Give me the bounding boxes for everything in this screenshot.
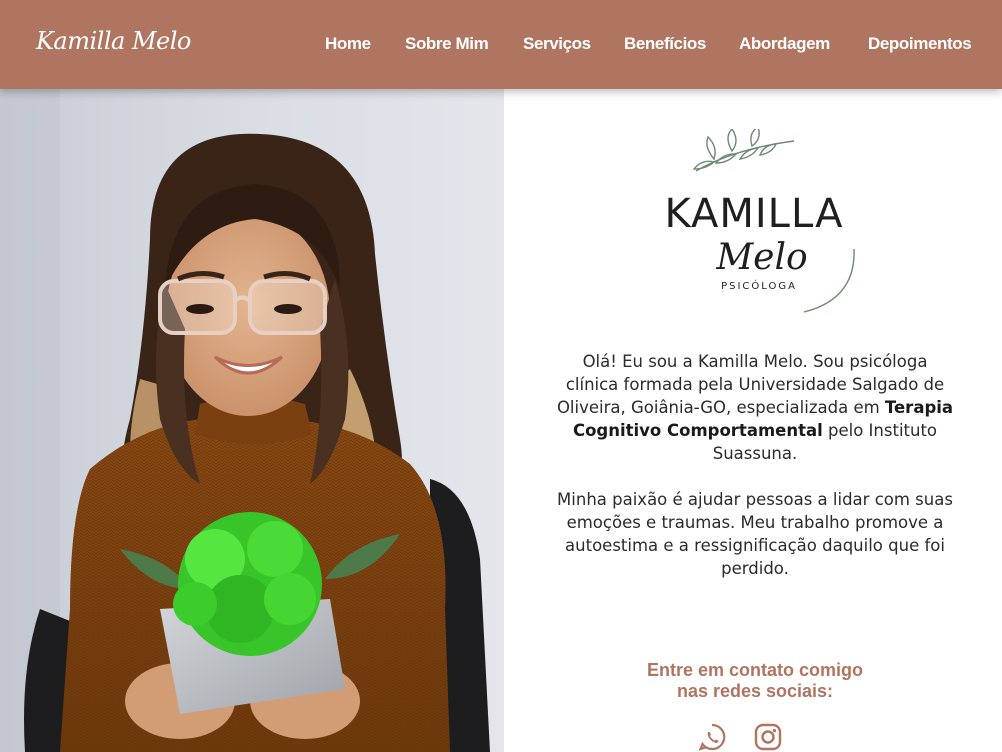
leaf-branch-icon xyxy=(692,129,795,172)
nav-abordagem[interactable]: Abordagem xyxy=(739,34,830,54)
main-nav: Home Sobre Mim Serviços Benefícios Abord… xyxy=(0,34,1002,56)
nav-sobre-mim[interactable]: Sobre Mim xyxy=(405,34,489,54)
nav-beneficios[interactable]: Benefícios xyxy=(624,34,706,54)
nav-depoimentos[interactable]: Depoimentos xyxy=(868,34,972,54)
logo-arc xyxy=(803,248,855,313)
contact-line-2: nas redes sociais: xyxy=(676,681,834,701)
kamilla-melo-logo: KAMILLA Melo PSICÓLOGA xyxy=(664,129,855,313)
contact-heading: Entre em contato comigo nas redes sociai… xyxy=(574,660,936,702)
nav-servicos[interactable]: Serviços xyxy=(523,34,591,54)
logo-script: Melo xyxy=(715,237,807,278)
nav-home[interactable]: Home xyxy=(325,34,371,54)
intro-text: Olá! Eu sou a Kamilla Melo. Sou psicólog… xyxy=(554,350,956,603)
whatsapp-icon[interactable] xyxy=(697,722,727,752)
about-section: KAMILLA Melo PSICÓLOGA Olá! Eu sou a Kam… xyxy=(504,89,1002,752)
intro-paragraph-2: Minha paixão é ajudar pessoas a lidar co… xyxy=(557,490,953,578)
site-header: Kamilla Melo Home Sobre Mim Serviços Ben… xyxy=(0,0,1002,89)
profile-photo xyxy=(0,89,504,752)
logo-name: KAMILLA xyxy=(664,191,843,237)
instagram-icon[interactable] xyxy=(753,722,783,752)
contact-line-1: Entre em contato comigo xyxy=(646,660,864,680)
intro-paragraph-1: Olá! Eu sou a Kamilla Melo. Sou psicólog… xyxy=(554,350,956,465)
portrait-illustration xyxy=(0,89,490,752)
logo-role: PSICÓLOGA xyxy=(721,279,797,292)
